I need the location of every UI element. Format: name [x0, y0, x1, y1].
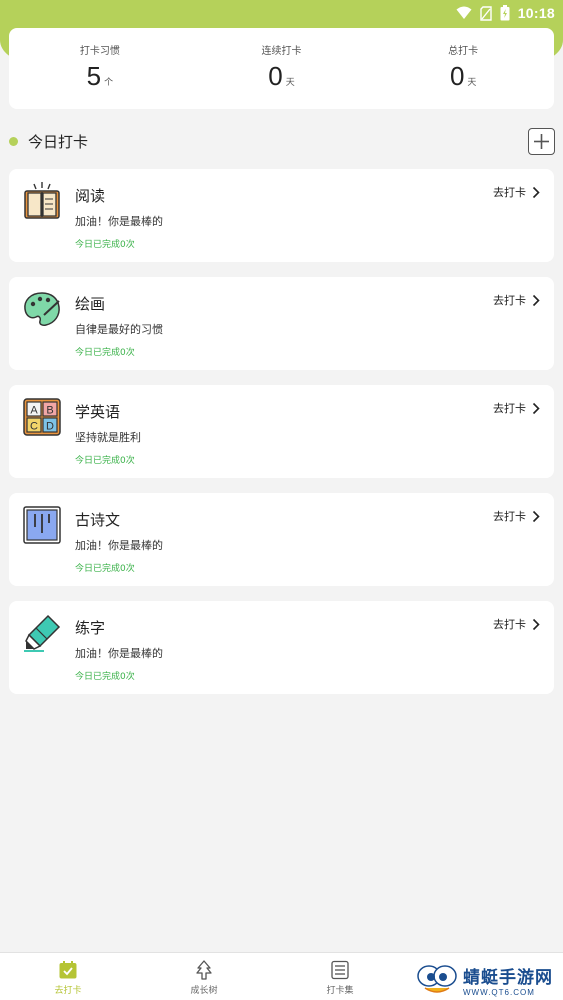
stat-unit: 天 [467, 78, 477, 88]
habit-list: 阅读 加油！你是最棒的 今日已完成0次 去打卡 绘画 自律是最好的习惯 今日已完… [9, 169, 554, 709]
check-in-button[interactable]: 去打卡 [493, 508, 540, 524]
check-in-button[interactable]: 去打卡 [493, 292, 540, 308]
habit-name: 古诗文 [75, 511, 121, 529]
svg-text:D: D [46, 421, 54, 433]
habit-name: 阅读 [75, 187, 106, 205]
nav-tab-collection[interactable]: 打卡集 [272, 953, 408, 1000]
check-in-label: 去打卡 [493, 402, 526, 415]
stat-total: 总打卡 0 天 [372, 28, 554, 109]
wifi-icon [456, 6, 472, 19]
watermark-url: WWW.QT6.COM [463, 988, 535, 997]
habit-card[interactable]: 练字 加油！你是最棒的 今日已完成0次 去打卡 [9, 601, 554, 694]
habit-name: 练字 [75, 619, 106, 637]
clock: 10:18 [517, 5, 555, 21]
nav-label: 成长树 [190, 986, 218, 996]
svg-text:C: C [30, 421, 38, 433]
stat-unit: 天 [285, 78, 295, 88]
nav-label: 去打卡 [54, 986, 82, 996]
tree-icon [196, 960, 212, 980]
status-bar: 10:18 [0, 0, 563, 26]
check-in-label: 去打卡 [493, 618, 526, 631]
marker-pen-icon [24, 614, 61, 652]
stats-card: 打卡习惯 5 个 连续打卡 0 天 总打卡 0 天 [9, 28, 554, 109]
stat-label: 打卡习惯 [79, 46, 120, 57]
habit-count: 今日已完成0次 [75, 456, 135, 466]
scroll-icon [23, 506, 61, 544]
check-in-button[interactable]: 去打卡 [493, 400, 540, 416]
habit-motto: 自律是最好的习惯 [75, 323, 163, 336]
nav-tab-growth-tree[interactable]: 成长树 [136, 953, 272, 1000]
habit-count: 今日已完成0次 [75, 564, 135, 574]
section-header: 今日打卡 [9, 126, 555, 156]
chevron-right-icon [532, 402, 540, 414]
stat-value: 0 [268, 61, 283, 91]
habit-count: 今日已完成0次 [75, 348, 135, 358]
chevron-right-icon [532, 294, 540, 306]
chevron-right-icon [532, 186, 540, 198]
check-in-label: 去打卡 [493, 510, 526, 523]
chevron-right-icon [532, 618, 540, 630]
check-in-button[interactable]: 去打卡 [493, 184, 540, 200]
section-title: 今日打卡 [28, 132, 89, 151]
sim-card-icon [479, 5, 492, 21]
watermark-title: 蜻蜓手游网 [463, 968, 553, 988]
nav-tab-check-in[interactable]: 去打卡 [0, 953, 136, 1000]
habit-count: 今日已完成0次 [75, 240, 135, 250]
habit-motto: 加油！你是最棒的 [75, 647, 163, 660]
stat-value: 0 [449, 61, 465, 91]
dragonfly-logo-icon [417, 965, 457, 993]
habit-card[interactable]: A B C D 学英语 坚持就是胜利 今日已完成0次 去打卡 [9, 385, 554, 478]
chevron-right-icon [532, 510, 540, 522]
book-icon [24, 182, 60, 219]
stat-value: 5 [86, 61, 102, 91]
battery-icon [500, 5, 510, 21]
svg-text:A: A [30, 405, 38, 417]
habit-motto: 坚持就是胜利 [75, 431, 141, 444]
habit-name: 绘画 [75, 295, 106, 313]
stat-label: 总打卡 [448, 46, 479, 57]
section-dot [9, 136, 18, 146]
check-in-button[interactable]: 去打卡 [493, 616, 540, 632]
habit-motto: 加油！你是最棒的 [75, 215, 163, 228]
palette-icon [24, 292, 60, 326]
abcd-blocks-icon: A B C D [23, 398, 61, 436]
list-icon [331, 960, 349, 980]
habit-name: 学英语 [75, 403, 121, 421]
calendar-check-icon [59, 961, 77, 979]
stat-habits: 打卡习惯 5 个 [9, 28, 191, 109]
nav-label: 打卡集 [326, 986, 354, 996]
stat-streak: 连续打卡 0 天 [191, 28, 373, 109]
watermark: 蜻蜓手游网 WWW.QT6.COM [415, 960, 563, 1000]
habit-motto: 加油！你是最棒的 [75, 539, 163, 552]
add-habit-button[interactable] [528, 127, 555, 155]
habit-card[interactable]: 绘画 自律是最好的习惯 今日已完成0次 去打卡 [9, 277, 554, 370]
check-in-label: 去打卡 [493, 186, 526, 199]
habit-count: 今日已完成0次 [75, 672, 135, 682]
habit-card[interactable]: 古诗文 加油！你是最棒的 今日已完成0次 去打卡 [9, 493, 554, 586]
plus-icon [534, 133, 549, 149]
stat-unit: 个 [104, 78, 114, 88]
svg-text:B: B [46, 405, 53, 417]
check-in-label: 去打卡 [493, 294, 526, 307]
stat-label: 连续打卡 [261, 46, 302, 57]
habit-card[interactable]: 阅读 加油！你是最棒的 今日已完成0次 去打卡 [9, 169, 554, 262]
